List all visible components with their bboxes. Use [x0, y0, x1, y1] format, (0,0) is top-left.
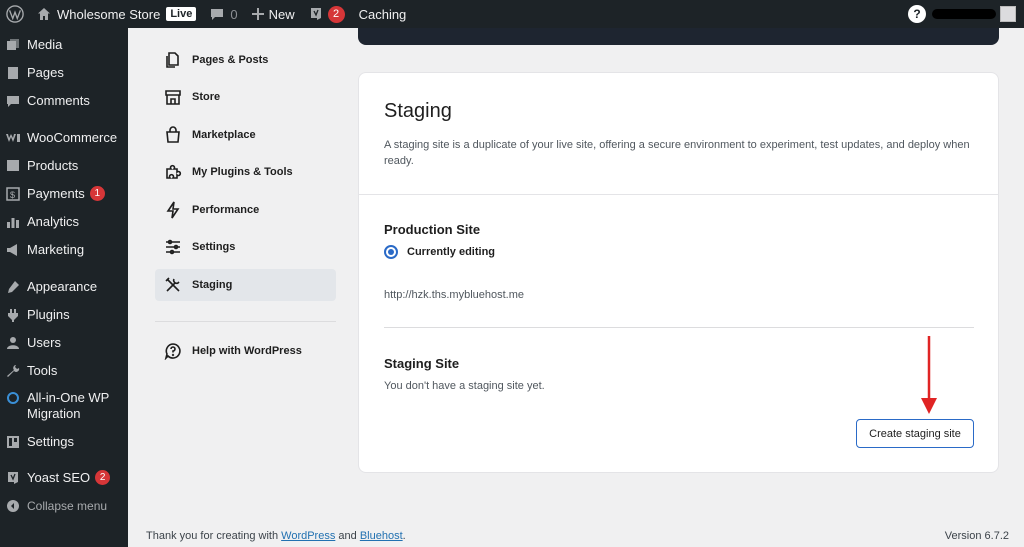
create-staging-site-button[interactable]: Create staging site [856, 419, 974, 448]
staging-site-heading: Staging Site [384, 356, 460, 371]
sidebar-item-tools[interactable]: Tools [0, 363, 128, 379]
sidebar-item-settings[interactable]: Settings [0, 434, 128, 450]
wordpress-link[interactable]: WordPress [281, 530, 335, 542]
yoast-notification-badge: 2 [327, 5, 345, 23]
svg-text:$: $ [10, 190, 15, 200]
avatar[interactable] [1000, 6, 1016, 22]
version-text: Version 6.7.2 [944, 530, 1009, 542]
help-bubble-icon [164, 342, 182, 360]
home-icon [37, 7, 51, 21]
caching-menu[interactable]: Caching [352, 0, 414, 28]
new-label: New [268, 6, 295, 22]
staging-card: Staging A staging site is a duplicate of… [358, 72, 999, 473]
tools-crossed-icon [164, 276, 182, 294]
lightning-icon [164, 201, 182, 219]
sidebar-item-comments[interactable]: Comments [0, 93, 128, 109]
section-divider [384, 327, 974, 328]
yoast-menu[interactable]: 2 [302, 0, 352, 28]
bluehost-link[interactable]: Bluehost [360, 530, 403, 542]
sidebar-item-marketing[interactable]: Marketing [0, 242, 128, 258]
card-divider [359, 194, 998, 195]
sidebar-item-pages[interactable]: Pages [0, 65, 128, 81]
redacted-username[interactable] [932, 9, 996, 19]
currently-editing-label: Currently editing [407, 246, 496, 258]
subnav-item-marketplace[interactable]: Marketplace [155, 119, 336, 151]
subnav-item-store[interactable]: Store [155, 81, 336, 113]
marketing-icon [6, 243, 20, 257]
page-title: Staging [384, 100, 452, 122]
settings-icon [6, 435, 20, 449]
users-icon [6, 336, 20, 350]
plugins-icon [6, 308, 20, 322]
plus-icon [251, 8, 264, 20]
subnav-item-settings[interactable]: Settings [155, 231, 336, 263]
migration-icon [6, 391, 20, 405]
previous-card [358, 28, 999, 45]
yoast-badge: 2 [95, 470, 111, 485]
wordpress-logo-icon[interactable] [0, 0, 30, 28]
help-icon[interactable]: ? [908, 5, 926, 23]
pages-icon [6, 66, 20, 80]
sliders-icon [164, 238, 182, 256]
sidebar-item-migration[interactable]: All-in-One WP Migration [0, 390, 128, 422]
comments-count: 0 [230, 6, 238, 22]
sidebar-item-users[interactable]: Users [0, 335, 128, 351]
production-url: http://hzk.ths.mybluehost.me [384, 289, 525, 301]
site-name-menu[interactable]: Wholesome Store Live [30, 0, 203, 28]
subnav-item-staging[interactable]: Staging [155, 269, 336, 301]
sidebar-item-products[interactable]: Products [0, 158, 128, 174]
admin-bar: Wholesome Store Live 0 New 2 Caching ? [0, 0, 1024, 28]
subnav-item-pages-posts[interactable]: Pages & Posts [155, 44, 336, 76]
sidebar-item-plugins[interactable]: Plugins [0, 307, 128, 323]
products-icon [6, 159, 20, 173]
yoast-label: Yoast SEO [27, 470, 91, 485]
yoast-icon [309, 7, 323, 21]
subnav-divider [155, 321, 336, 322]
appearance-icon [6, 280, 20, 294]
marketplace-icon [164, 126, 182, 144]
staging-description: A staging site is a duplicate of your li… [384, 139, 970, 167]
new-content-menu[interactable]: New [245, 0, 302, 28]
comments-menu[interactable]: 0 [203, 0, 244, 28]
comment-bubble-icon [210, 7, 224, 21]
analytics-icon [6, 215, 20, 229]
media-icon [6, 38, 20, 52]
red-arrow-annotation [921, 336, 937, 414]
sidebar-item-payments[interactable]: $ Payments 1 [0, 186, 128, 202]
admin-sidebar: Media Pages Comments WooCommerce Product… [0, 28, 128, 547]
pages-posts-icon [164, 51, 182, 69]
tools-icon [6, 364, 20, 378]
sidebar-item-analytics[interactable]: Analytics [0, 214, 128, 230]
store-icon [164, 88, 182, 106]
staging-empty-message: You don't have a staging site yet. [384, 380, 545, 392]
sidebar-item-yoast[interactable]: Yoast SEO 2 [0, 470, 128, 486]
currently-editing-radio[interactable] [384, 245, 398, 259]
payments-label: Payments [27, 186, 85, 201]
production-site-heading: Production Site [384, 222, 481, 237]
sidebar-item-media[interactable]: Media [0, 37, 128, 53]
site-name: Wholesome Store [57, 6, 161, 22]
caching-label: Caching [358, 6, 407, 22]
subnav-item-performance[interactable]: Performance [155, 194, 336, 226]
sidebar-item-appearance[interactable]: Appearance [0, 279, 128, 295]
collapse-icon [6, 499, 20, 513]
puzzle-icon [164, 163, 182, 181]
footer-thanks: Thank you for creating with WordPress an… [146, 530, 406, 542]
woocommerce-icon [6, 131, 20, 145]
payments-badge: 1 [89, 186, 105, 201]
yoast-icon [6, 471, 20, 485]
comments-icon [6, 94, 20, 108]
payments-icon: $ [6, 187, 20, 201]
collapse-menu-button[interactable]: Collapse menu [0, 498, 128, 514]
subnav-item-plugins-tools[interactable]: My Plugins & Tools [155, 156, 336, 188]
subnav-item-help[interactable]: Help with WordPress [155, 335, 336, 367]
sidebar-item-woocommerce[interactable]: WooCommerce [0, 130, 128, 146]
live-badge: Live [166, 7, 197, 21]
